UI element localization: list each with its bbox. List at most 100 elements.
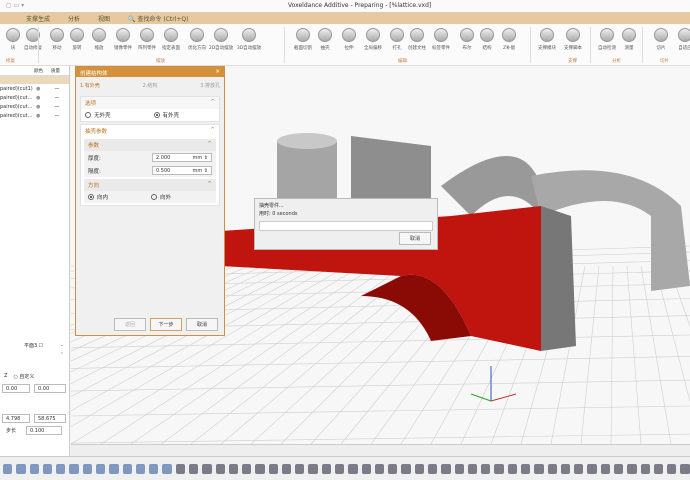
menu-analysis[interactable]: 分析 bbox=[68, 14, 80, 23]
toolbar-button[interactable] bbox=[428, 463, 438, 474]
ribbon-button[interactable]: 3D自动摆放 bbox=[236, 28, 262, 51]
toolbar-button[interactable] bbox=[335, 463, 345, 474]
toolbar-button[interactable] bbox=[281, 463, 292, 474]
toolbar-button[interactable] bbox=[560, 463, 571, 474]
toolbar-button[interactable] bbox=[640, 463, 650, 474]
toolbar-button[interactable] bbox=[667, 463, 677, 474]
custom-radio[interactable]: ○ 自定义 bbox=[13, 373, 34, 380]
ribbon-button[interactable]: 2D自动摆放 bbox=[208, 28, 234, 51]
plane-checkbox[interactable]: ☐ bbox=[39, 343, 43, 349]
toolbar-button[interactable] bbox=[414, 463, 424, 474]
inward-radio[interactable] bbox=[88, 194, 94, 200]
toolbar-button[interactable] bbox=[69, 463, 79, 474]
toolbar-button[interactable] bbox=[534, 463, 544, 474]
toolbar-button[interactable] bbox=[653, 463, 664, 474]
toolbar-button[interactable] bbox=[574, 463, 584, 474]
toolbar-button[interactable] bbox=[600, 463, 610, 474]
toolbar-button[interactable] bbox=[175, 463, 185, 474]
toolbar-button[interactable] bbox=[481, 463, 491, 474]
ribbon-button[interactable]: Z补偿 bbox=[496, 28, 522, 51]
gap-field[interactable]: 0.500 mm ⇕ bbox=[152, 166, 212, 175]
expand-icon[interactable]: ⌃ bbox=[0, 352, 70, 358]
chevron-up-icon[interactable]: ^ bbox=[210, 99, 215, 107]
toolbar-button[interactable] bbox=[454, 463, 464, 474]
toolbar-button[interactable] bbox=[308, 463, 318, 474]
outward-radio[interactable] bbox=[151, 194, 158, 200]
toolbar-button[interactable] bbox=[109, 463, 119, 474]
step-tab[interactable]: 3.排放孔 bbox=[200, 82, 220, 89]
part-row[interactable]: paired)(cut... ● — bbox=[0, 111, 69, 120]
toolbar-button[interactable] bbox=[388, 463, 398, 474]
ribbon-button[interactable]: 拉伸 bbox=[336, 28, 362, 51]
toolbar-button[interactable] bbox=[348, 463, 358, 474]
ribbon-button[interactable]: 优化方向 bbox=[184, 28, 210, 51]
toolbar-button[interactable] bbox=[188, 463, 199, 474]
ribbon-button[interactable]: 缩放 bbox=[86, 28, 112, 51]
toolbar-button[interactable] bbox=[507, 463, 517, 474]
quick-access-icon[interactable]: ▢ ▭ ▾ bbox=[6, 2, 24, 9]
toolbar-button[interactable] bbox=[587, 463, 597, 474]
toolbar-button[interactable] bbox=[547, 463, 557, 474]
close-icon[interactable]: ✕ bbox=[215, 69, 220, 75]
toolbar-button[interactable] bbox=[494, 463, 504, 474]
toolbar-button[interactable] bbox=[627, 463, 637, 474]
cancel-button[interactable]: 取消 bbox=[186, 318, 218, 331]
toolbar-button[interactable] bbox=[321, 463, 332, 474]
toolbar-button[interactable] bbox=[122, 463, 132, 474]
toolbar-button[interactable] bbox=[162, 463, 172, 474]
toolbar-button[interactable] bbox=[242, 463, 252, 474]
ribbon-button[interactable]: 自动修复 bbox=[20, 28, 46, 51]
search-command[interactable]: 🔍 查找命令 (Ctrl+Q) bbox=[128, 14, 188, 23]
toolbar-button[interactable] bbox=[82, 463, 92, 474]
toolbar-button[interactable] bbox=[295, 463, 305, 474]
step-tab[interactable]: 1.有外壳 bbox=[80, 82, 100, 89]
ribbon-button[interactable]: 镜像零件 bbox=[110, 28, 136, 51]
chevron-up-icon[interactable]: ^ bbox=[207, 181, 212, 189]
part-row[interactable]: paired)(cut... ● — bbox=[0, 102, 69, 111]
ribbon-button[interactable]: 自适应 bbox=[672, 28, 690, 51]
back-button[interactable]: 返回 bbox=[114, 318, 146, 331]
thickness-field[interactable]: 2.000 mm ⇕ bbox=[152, 153, 212, 162]
coord-field[interactable]: 0.00 bbox=[34, 384, 66, 393]
shell-radio[interactable] bbox=[153, 112, 160, 118]
ribbon-button[interactable]: 指定表面 bbox=[158, 28, 184, 51]
toolbar-button[interactable] bbox=[95, 463, 106, 474]
part-row[interactable]: paired)(cut... ● — bbox=[0, 93, 69, 102]
ribbon-button[interactable]: 切片 bbox=[648, 28, 674, 51]
toolbar-button[interactable] bbox=[467, 463, 478, 474]
toolbar-button[interactable] bbox=[202, 463, 212, 474]
coord-field[interactable]: 4.798 bbox=[2, 414, 30, 423]
ribbon-button[interactable]: 支撑模块 bbox=[534, 28, 560, 51]
chevron-up-icon[interactable]: ^ bbox=[207, 141, 212, 149]
toolbar-button[interactable] bbox=[3, 463, 13, 474]
toolbar-button[interactable] bbox=[16, 463, 26, 474]
toolbar-button[interactable] bbox=[361, 463, 371, 474]
toolbar-button[interactable] bbox=[680, 463, 690, 474]
step-field[interactable]: 0.100 bbox=[26, 426, 62, 435]
chevron-up-icon[interactable]: ^ bbox=[210, 127, 215, 135]
menu-support[interactable]: 支撑生成 bbox=[26, 14, 50, 23]
toolbar-button[interactable] bbox=[29, 463, 39, 474]
toolbar-button[interactable] bbox=[228, 463, 239, 474]
toolbar-button[interactable] bbox=[255, 463, 265, 474]
toolbar-button[interactable] bbox=[42, 463, 53, 474]
coord-field[interactable]: 58.675 bbox=[34, 414, 66, 423]
ribbon-button[interactable]: 支撑脚本 bbox=[560, 28, 586, 51]
ribbon-button[interactable]: 标签零件 bbox=[428, 28, 454, 51]
ribbon-button[interactable]: 测量 bbox=[616, 28, 642, 51]
ribbon-button[interactable]: 全局偏移 bbox=[360, 28, 386, 51]
toolbar-button[interactable] bbox=[268, 463, 278, 474]
progress-cancel-button[interactable]: 取消 bbox=[399, 232, 431, 245]
step-tab[interactable]: 2.结构 bbox=[143, 82, 158, 89]
ribbon-button[interactable]: 阵列零件 bbox=[134, 28, 160, 51]
menu-view[interactable]: 视图 bbox=[98, 14, 110, 23]
toolbar-button[interactable] bbox=[613, 463, 624, 474]
toolbar-button[interactable] bbox=[374, 463, 385, 474]
toolbar-button[interactable] bbox=[401, 463, 411, 474]
toolbar-button[interactable] bbox=[56, 463, 66, 474]
part-row[interactable]: paired)(cut1) ● — bbox=[0, 84, 69, 93]
toolbar-button[interactable] bbox=[135, 463, 146, 474]
next-button[interactable]: 下一步 bbox=[150, 318, 182, 331]
toolbar-button[interactable] bbox=[149, 463, 159, 474]
toolbar-button[interactable] bbox=[215, 463, 225, 474]
